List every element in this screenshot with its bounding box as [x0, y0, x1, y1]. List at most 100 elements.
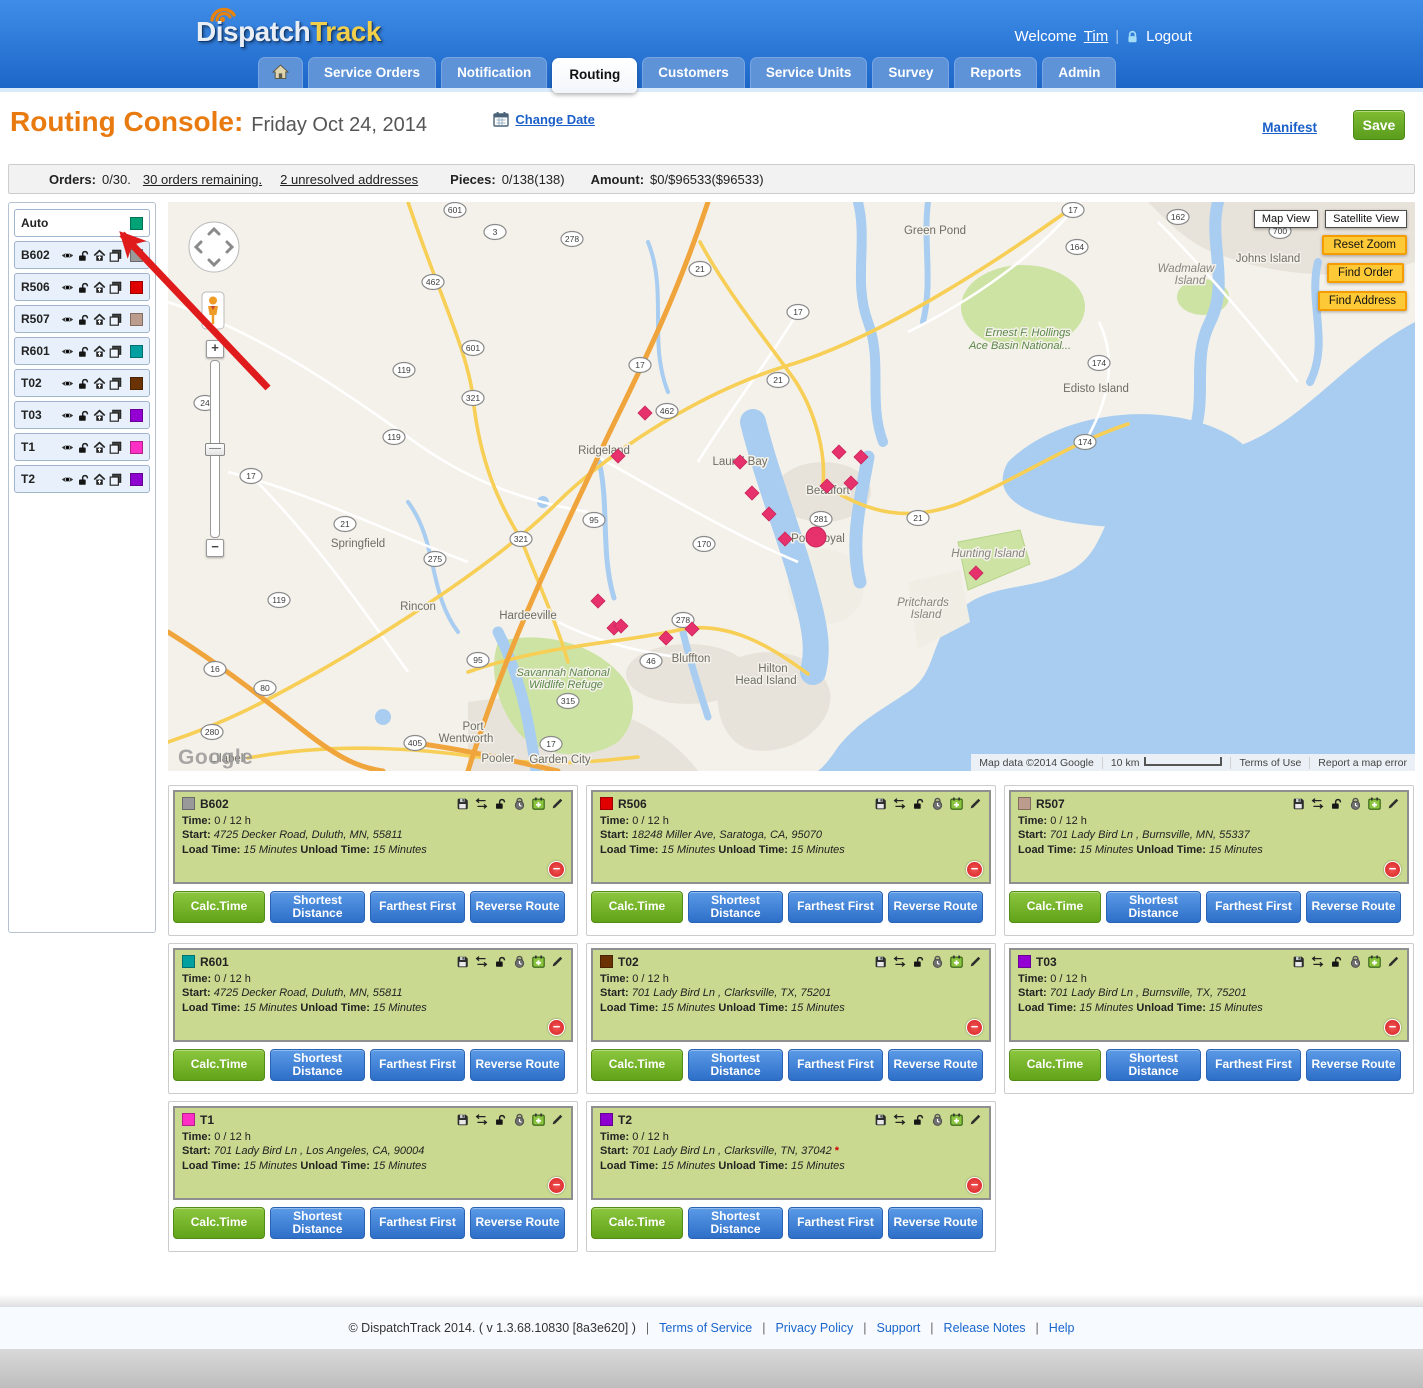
remove-route-button[interactable]: − [1384, 1019, 1401, 1036]
tab-service-units[interactable]: Service Units [750, 57, 868, 88]
remove-route-button[interactable]: − [548, 1019, 565, 1036]
shortest-distance-button[interactable]: Shortest Distance [1106, 1049, 1201, 1081]
visibility-eye-icon[interactable] [61, 249, 74, 262]
duplicate-icon[interactable] [109, 441, 122, 454]
change-date-link[interactable]: Change Date [515, 112, 594, 127]
terms-of-service-link[interactable]: Terms of Service [659, 1321, 752, 1335]
reverse-route-button[interactable]: Reverse Route [888, 1207, 983, 1239]
shortest-distance-button[interactable]: Shortest Distance [270, 1207, 365, 1239]
farthest-first-button[interactable]: Farthest First [1206, 1049, 1301, 1081]
remove-route-button[interactable]: − [966, 1177, 983, 1194]
unlock-icon[interactable] [77, 473, 90, 486]
map-view-button[interactable]: Map View [1254, 210, 1318, 228]
shortest-distance-button[interactable]: Shortest Distance [270, 1049, 365, 1081]
visibility-eye-icon[interactable] [61, 441, 74, 454]
calc-time-button[interactable]: Calc.Time [173, 1207, 265, 1239]
unlock-icon[interactable] [912, 955, 925, 968]
unlock-icon[interactable] [77, 249, 90, 262]
calc-time-button[interactable]: Calc.Time [591, 1049, 683, 1081]
find-order-button[interactable]: Find Order [1327, 263, 1404, 283]
add-schedule-icon[interactable] [950, 797, 963, 810]
edit-pencil-icon[interactable] [551, 797, 564, 810]
save-route-icon[interactable] [1292, 797, 1305, 810]
send-home-icon[interactable] [93, 409, 106, 422]
routing-map[interactable]: 6013278462601211711932124462172111917213… [168, 202, 1415, 771]
swap-routes-icon[interactable] [475, 797, 488, 810]
time-lock-icon[interactable] [931, 955, 944, 968]
unlock-icon[interactable] [494, 1113, 507, 1126]
visibility-eye-icon[interactable] [61, 377, 74, 390]
save-button[interactable]: Save [1353, 110, 1405, 140]
tab-service-orders[interactable]: Service Orders [308, 57, 436, 88]
calc-time-button[interactable]: Calc.Time [1009, 1049, 1101, 1081]
calc-time-button[interactable]: Calc.Time [591, 891, 683, 923]
street-view-pegman[interactable] [201, 291, 225, 330]
remove-route-button[interactable]: − [548, 861, 565, 878]
swap-routes-icon[interactable] [1311, 955, 1324, 968]
swap-routes-icon[interactable] [893, 955, 906, 968]
find-address-button[interactable]: Find Address [1318, 291, 1407, 311]
help-link[interactable]: Help [1049, 1321, 1075, 1335]
save-route-icon[interactable] [874, 797, 887, 810]
time-lock-icon[interactable] [931, 797, 944, 810]
remove-route-button[interactable]: − [966, 1019, 983, 1036]
truck-row-r506[interactable]: R506 [14, 273, 150, 301]
release-notes-link[interactable]: Release Notes [944, 1321, 1026, 1335]
unresolved-addresses-link[interactable]: 2 unresolved addresses [280, 172, 418, 187]
visibility-eye-icon[interactable] [61, 345, 74, 358]
edit-pencil-icon[interactable] [969, 797, 982, 810]
truck-row-t1[interactable]: T1 [14, 433, 150, 461]
time-lock-icon[interactable] [513, 1113, 526, 1126]
edit-pencil-icon[interactable] [551, 1113, 564, 1126]
unlock-icon[interactable] [1330, 955, 1343, 968]
zoom-slider-handle[interactable] [205, 443, 225, 456]
save-route-icon[interactable] [874, 955, 887, 968]
swap-routes-icon[interactable] [1311, 797, 1324, 810]
shortest-distance-button[interactable]: Shortest Distance [688, 1049, 783, 1081]
save-route-icon[interactable] [456, 1113, 469, 1126]
farthest-first-button[interactable]: Farthest First [788, 1207, 883, 1239]
farthest-first-button[interactable]: Farthest First [370, 891, 465, 923]
visibility-eye-icon[interactable] [61, 473, 74, 486]
truck-row-r601[interactable]: R601 [14, 337, 150, 365]
manifest-link[interactable]: Manifest [1262, 120, 1317, 135]
reset-zoom-button[interactable]: Reset Zoom [1322, 235, 1407, 255]
visibility-eye-icon[interactable] [61, 409, 74, 422]
unlock-icon[interactable] [77, 441, 90, 454]
unlock-icon[interactable] [494, 955, 507, 968]
send-home-icon[interactable] [93, 313, 106, 326]
visibility-eye-icon[interactable] [61, 281, 74, 294]
swap-routes-icon[interactable] [893, 797, 906, 810]
duplicate-icon[interactable] [109, 409, 122, 422]
reverse-route-button[interactable]: Reverse Route [888, 1049, 983, 1081]
visibility-eye-icon[interactable] [61, 313, 74, 326]
farthest-first-button[interactable]: Farthest First [370, 1207, 465, 1239]
add-schedule-icon[interactable] [532, 797, 545, 810]
remove-route-button[interactable]: − [1384, 861, 1401, 878]
truck-row-b602[interactable]: B602 [14, 241, 150, 269]
tab-survey[interactable]: Survey [872, 57, 949, 88]
orders-remaining-link[interactable]: 30 orders remaining. [143, 172, 262, 187]
calc-time-button[interactable]: Calc.Time [173, 891, 265, 923]
time-lock-icon[interactable] [513, 955, 526, 968]
save-route-icon[interactable] [874, 1113, 887, 1126]
farthest-first-button[interactable]: Farthest First [788, 891, 883, 923]
send-home-icon[interactable] [93, 345, 106, 358]
send-home-icon[interactable] [93, 441, 106, 454]
calc-time-button[interactable]: Calc.Time [591, 1207, 683, 1239]
reverse-route-button[interactable]: Reverse Route [470, 1207, 565, 1239]
send-home-icon[interactable] [93, 281, 106, 294]
calc-time-button[interactable]: Calc.Time [173, 1049, 265, 1081]
map-pan-control[interactable] [188, 221, 240, 273]
add-schedule-icon[interactable] [1368, 797, 1381, 810]
terms-of-use-link[interactable]: Terms of Use [1230, 757, 1309, 769]
truck-row-auto[interactable]: Auto [14, 209, 150, 237]
tab-admin[interactable]: Admin [1042, 57, 1116, 88]
send-home-icon[interactable] [93, 377, 106, 390]
time-lock-icon[interactable] [931, 1113, 944, 1126]
unlock-icon[interactable] [912, 1113, 925, 1126]
report-map-error-link[interactable]: Report a map error [1309, 757, 1415, 769]
order-cluster-pin[interactable] [806, 527, 826, 547]
add-schedule-icon[interactable] [1368, 955, 1381, 968]
edit-pencil-icon[interactable] [551, 955, 564, 968]
